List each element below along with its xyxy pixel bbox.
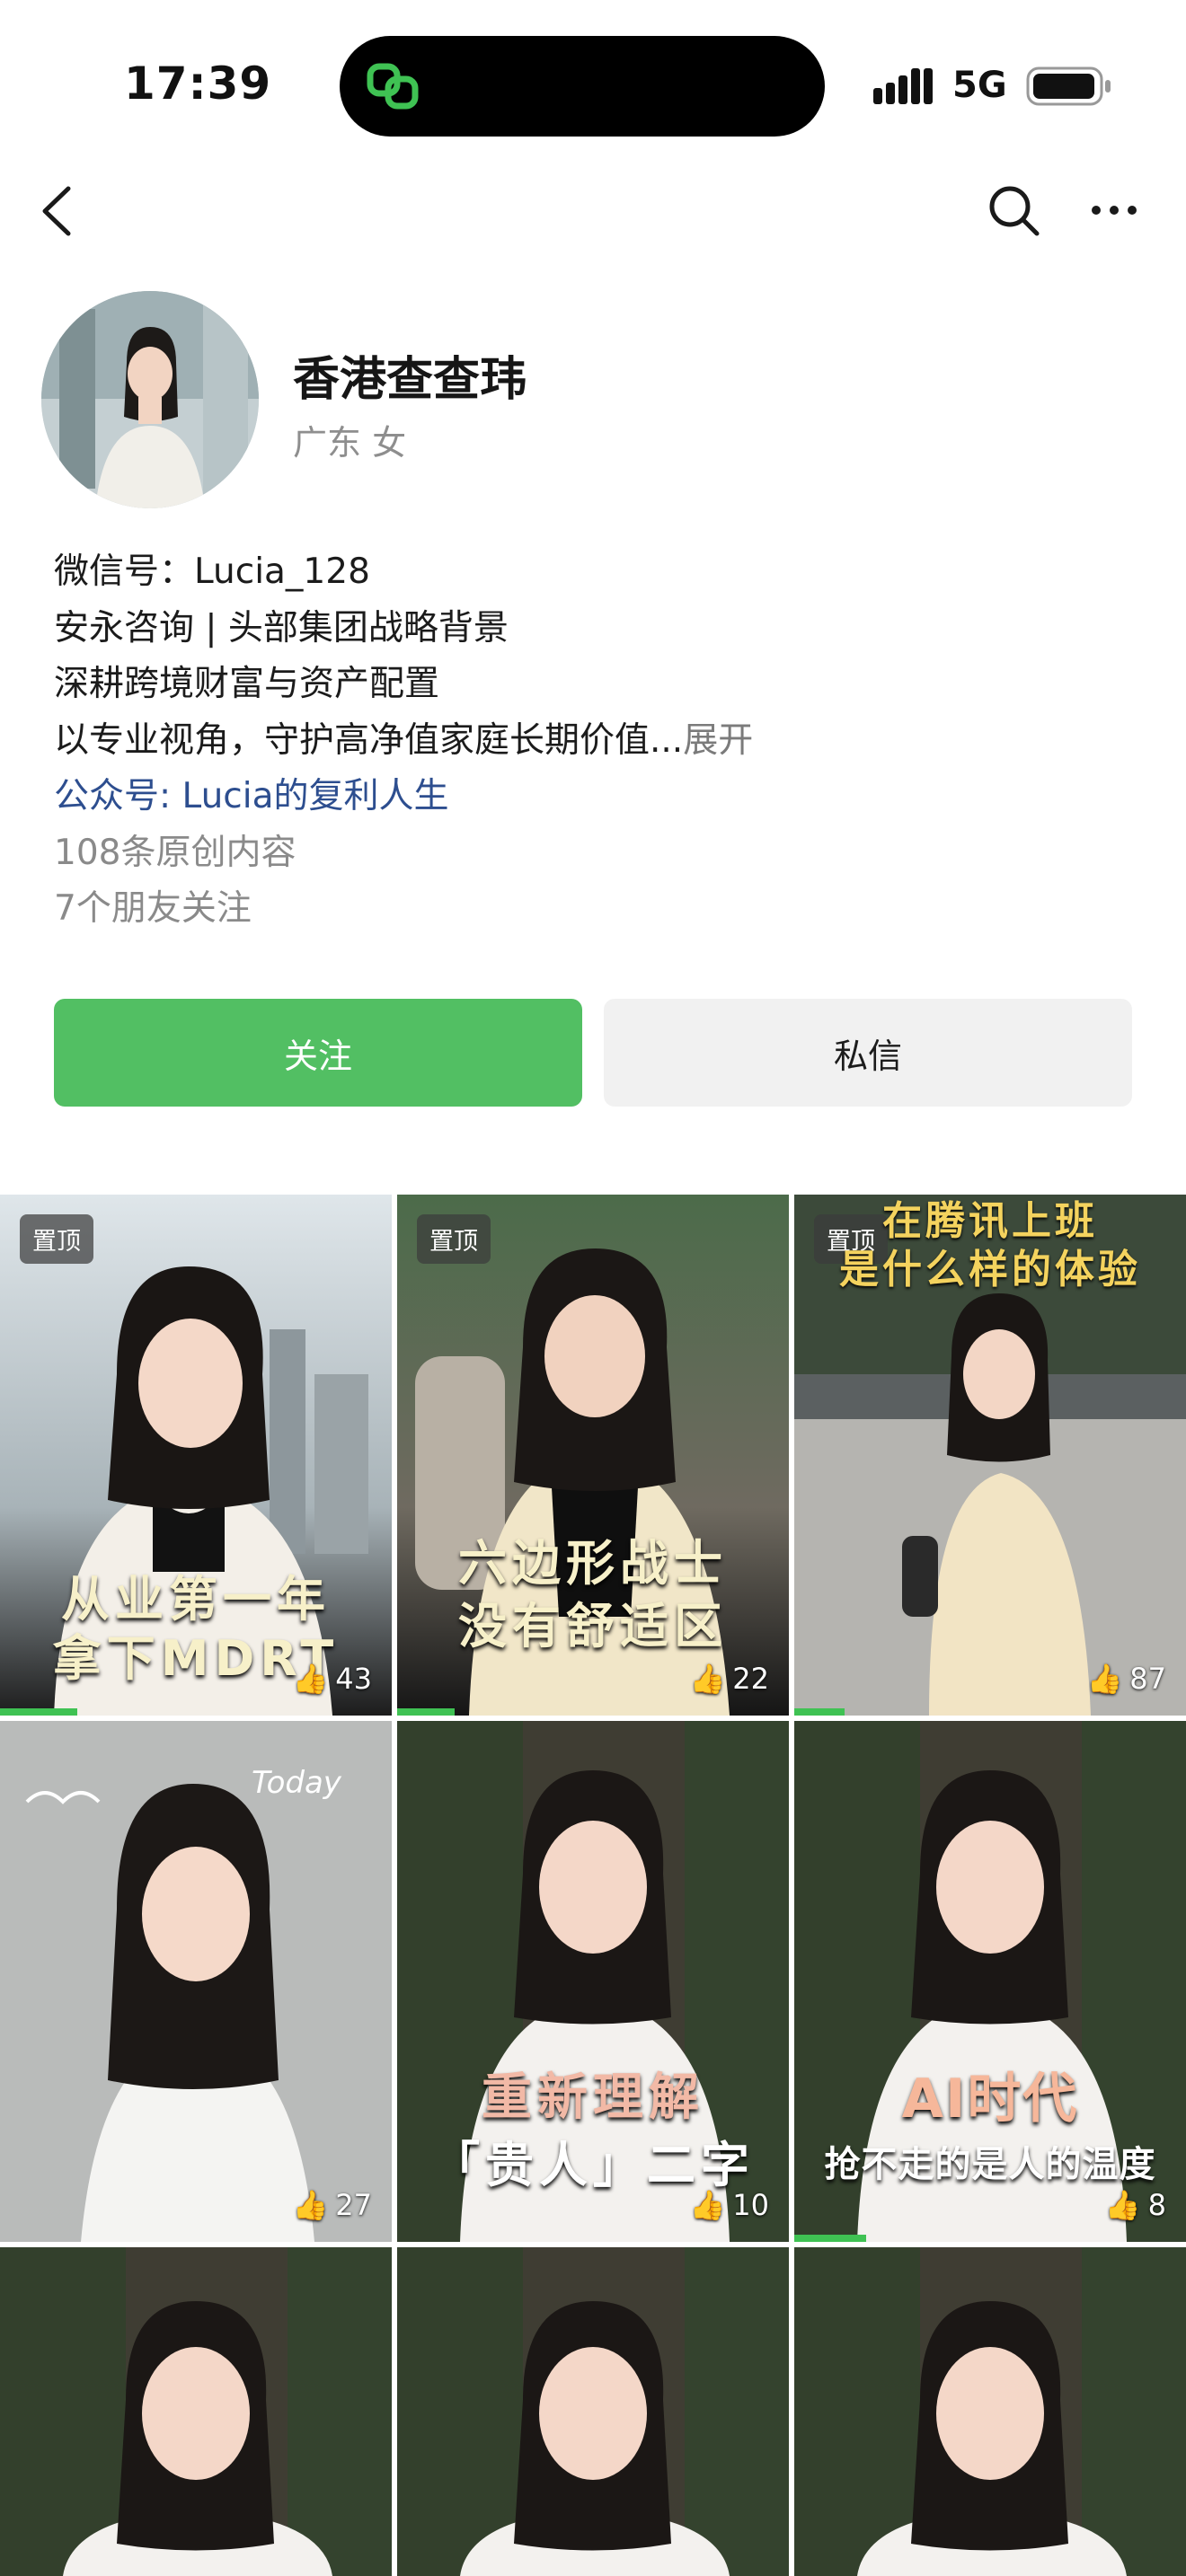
- video-tile[interactable]: AI时代 抢不走的是人的温度 👍 8: [794, 1721, 1186, 2242]
- video-thumbnail: [794, 2247, 1186, 2576]
- pinned-badge: 置顶: [417, 1214, 491, 1264]
- like-count: 👍 27: [292, 2188, 372, 2222]
- pinned-badge: 置顶: [20, 1214, 93, 1264]
- avatar-photo: [41, 291, 259, 508]
- watch-progress-bar: [794, 1708, 845, 1716]
- bio-line-1: 安永咨询 | 头部集团战略背景: [54, 607, 509, 648]
- svg-text:Today: Today: [252, 1765, 342, 1801]
- video-thumbnail: [0, 2247, 392, 2576]
- bio-line-3: 以专业视角，守护高净值家庭长期价值...: [54, 719, 684, 761]
- video-tile[interactable]: [794, 2247, 1186, 2576]
- video-caption-line2: 「贵人」二字: [431, 2137, 755, 2193]
- watch-progress-bar: [0, 1708, 77, 1716]
- follow-button[interactable]: 关注: [54, 999, 582, 1107]
- bio-section: 微信号：Lucia_128 安永咨询 | 头部集团战略背景 深耕跨境财富与资产配…: [54, 544, 1150, 938]
- video-tile[interactable]: 重新理解 「贵人」二字 👍 10: [397, 1721, 789, 2242]
- video-caption-line2: 抢不走的是人的温度: [824, 2144, 1156, 2185]
- video-caption-line1: 从业第一年: [61, 1571, 331, 1628]
- status-time: 17:39: [124, 57, 272, 110]
- more-icon[interactable]: [1089, 189, 1139, 232]
- profile-location-gender: 广东 女: [293, 423, 407, 463]
- search-icon[interactable]: [987, 183, 1040, 237]
- video-tile[interactable]: 置顶 在腾讯上班 是什么样的体验 👍 87: [794, 1195, 1186, 1716]
- thumbs-up-icon: 👍: [689, 1662, 726, 1696]
- video-caption-line1: 在腾讯上班: [882, 1198, 1098, 1244]
- video-caption-line1: AI时代: [901, 2068, 1079, 2130]
- profile-name: 香港查查玮: [293, 353, 527, 407]
- back-arrow-icon[interactable]: [36, 181, 81, 241]
- video-tile[interactable]: 置顶 六边形战士 没有舒适区 👍 22: [397, 1195, 789, 1716]
- watch-progress-bar: [397, 1708, 455, 1716]
- thumbs-up-icon: 👍: [292, 2188, 329, 2222]
- friends-following[interactable]: 7个朋友关注: [54, 881, 1150, 938]
- message-button[interactable]: 私信: [604, 999, 1132, 1107]
- original-content-count[interactable]: 108条原创内容: [54, 825, 1150, 882]
- thumbs-up-icon: 👍: [292, 1662, 329, 1696]
- like-count: 👍 22: [689, 1662, 769, 1696]
- bio-line-3-row: 以专业视角，守护高净值家庭长期价值...展开: [54, 713, 1150, 770]
- bio-line-2: 深耕跨境财富与资产配置: [54, 664, 440, 704]
- official-account-link[interactable]: 公众号: Lucia的复利人生: [54, 769, 1150, 825]
- expand-link[interactable]: 展开: [683, 720, 753, 761]
- network-label: 5G: [952, 65, 1007, 106]
- thumbs-up-icon: 👍: [689, 2188, 726, 2222]
- like-count: 👍 10: [689, 2188, 769, 2222]
- like-count: 👍 43: [292, 1662, 372, 1696]
- video-caption-line1: 重新理解: [482, 2069, 704, 2127]
- video-caption-line2: 是什么样的体验: [839, 1247, 1141, 1292]
- signal-icon: [873, 68, 933, 104]
- video-caption-line2: 没有舒适区: [458, 1598, 728, 1654]
- video-tile[interactable]: [397, 2247, 789, 2576]
- video-thumbnail: Today: [0, 1721, 392, 2242]
- wechat-id: 微信号：Lucia_128: [54, 551, 370, 592]
- video-thumbnail: [397, 2247, 789, 2576]
- like-count: 👍 8: [1104, 2188, 1166, 2222]
- video-tile[interactable]: 置顶 从业第一年 拿下MDRT 👍 43: [0, 1195, 392, 1716]
- video-tile[interactable]: Today 👍 27: [0, 1721, 392, 2242]
- like-count: 👍 87: [1086, 1662, 1166, 1696]
- battery-icon: [1026, 66, 1111, 106]
- thumbs-up-icon: 👍: [1104, 2188, 1141, 2222]
- thumbs-up-icon: 👍: [1086, 1662, 1123, 1696]
- video-tile[interactable]: [0, 2247, 392, 2576]
- watch-progress-bar: [794, 2235, 866, 2242]
- wechat-link-icon: [367, 63, 419, 110]
- avatar[interactable]: [41, 291, 259, 508]
- video-caption-line1: 六边形战士: [458, 1535, 728, 1592]
- dynamic-island: [340, 36, 825, 137]
